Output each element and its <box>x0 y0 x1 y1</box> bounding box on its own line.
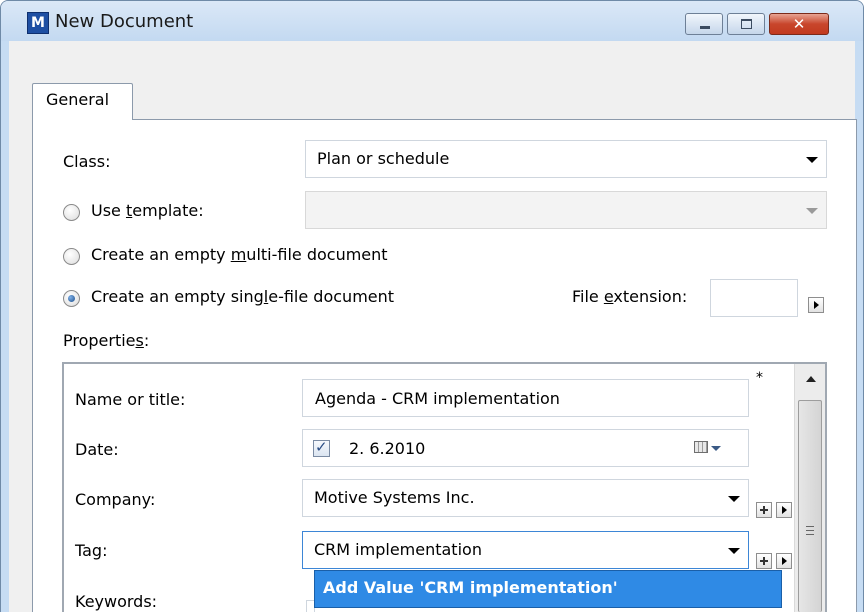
properties-label-key: s <box>135 331 144 350</box>
chevron-down-icon <box>728 548 740 554</box>
scrollbar-thumb[interactable] <box>798 400 822 612</box>
chevron-down-icon <box>806 157 818 163</box>
file-extension-label: File extension: <box>572 287 687 306</box>
class-label: Class: <box>63 152 111 171</box>
required-indicator: * <box>756 370 763 386</box>
tab-general-label: General <box>46 90 110 109</box>
multi-file-radio[interactable] <box>63 248 80 265</box>
date-checkbox[interactable] <box>313 438 330 457</box>
name-input[interactable]: Agenda - CRM implementation <box>302 379 749 417</box>
multi-file-label-post: ulti-file document <box>246 245 388 264</box>
grip-icon <box>806 526 814 537</box>
use-template-label-post: emplate: <box>132 201 204 220</box>
minimize-button[interactable] <box>685 13 723 35</box>
name-value: Agenda - CRM implementation <box>315 389 560 408</box>
tab-general[interactable]: General <box>32 83 133 120</box>
autocomplete-suggestion[interactable]: Add Value 'CRM implementation' <box>314 570 782 608</box>
company-value: Motive Systems Inc. <box>314 488 475 507</box>
file-extension-label-post: xtension: <box>613 287 688 306</box>
use-template-radio[interactable] <box>63 204 80 221</box>
close-button[interactable]: ✕ <box>769 13 829 35</box>
tag-menu-button[interactable] <box>776 553 792 569</box>
maximize-button[interactable] <box>727 13 765 35</box>
name-label: Name or title: <box>75 390 186 409</box>
date-label: Date: <box>75 440 119 459</box>
multi-file-label[interactable]: Create an empty multi-file document <box>91 245 388 264</box>
class-dropdown-value: Plan or schedule <box>317 149 450 168</box>
app-logo-icon: M <box>27 12 49 34</box>
title-bar[interactable]: M New Document ✕ <box>1 1 863 41</box>
file-extension-label-key: e <box>603 287 614 306</box>
single-file-radio[interactable] <box>63 290 80 307</box>
autocomplete-suggestion-label: Add Value 'CRM implementation' <box>323 578 618 597</box>
file-extension-label-pre: File <box>572 287 604 306</box>
window-title: New Document <box>55 11 194 32</box>
date-picker[interactable]: 2. 6.2010 <box>302 429 749 467</box>
tag-dropdown[interactable]: CRM implementation <box>302 531 749 569</box>
file-extension-menu-button[interactable] <box>808 297 824 313</box>
properties-label-pre: Propertie <box>63 331 136 350</box>
company-label: Company: <box>75 490 156 509</box>
single-file-label-post: e-file document <box>268 287 395 306</box>
single-file-label-pre: Create an empty sing <box>91 287 264 306</box>
company-menu-button[interactable] <box>776 502 792 518</box>
chevron-down-icon <box>806 208 818 214</box>
chevron-down-icon[interactable] <box>711 446 721 451</box>
chevron-down-icon <box>728 496 740 502</box>
use-template-label[interactable]: Use template: <box>91 201 204 220</box>
template-dropdown <box>305 191 827 229</box>
tag-add-button[interactable] <box>756 553 772 569</box>
class-dropdown[interactable]: Plan or schedule <box>305 140 827 178</box>
tag-value: CRM implementation <box>314 540 482 559</box>
scroll-up-icon[interactable] <box>806 376 816 382</box>
multi-file-label-key: m <box>230 245 247 264</box>
calendar-icon[interactable] <box>694 441 708 453</box>
keywords-label: Keywords: <box>75 592 158 611</box>
file-extension-input[interactable] <box>710 279 798 317</box>
use-template-label-pre: Use <box>91 201 126 220</box>
company-add-button[interactable] <box>756 502 772 518</box>
company-dropdown[interactable]: Motive Systems Inc. <box>302 479 749 517</box>
single-file-label[interactable]: Create an empty single-file document <box>91 287 394 306</box>
tag-label: Tag: <box>75 541 108 560</box>
multi-file-label-pre: Create an empty <box>91 245 231 264</box>
date-value: 2. 6.2010 <box>349 439 426 458</box>
properties-label-post: : <box>143 331 150 350</box>
properties-label: Properties: <box>63 331 149 350</box>
close-icon: ✕ <box>792 15 806 33</box>
